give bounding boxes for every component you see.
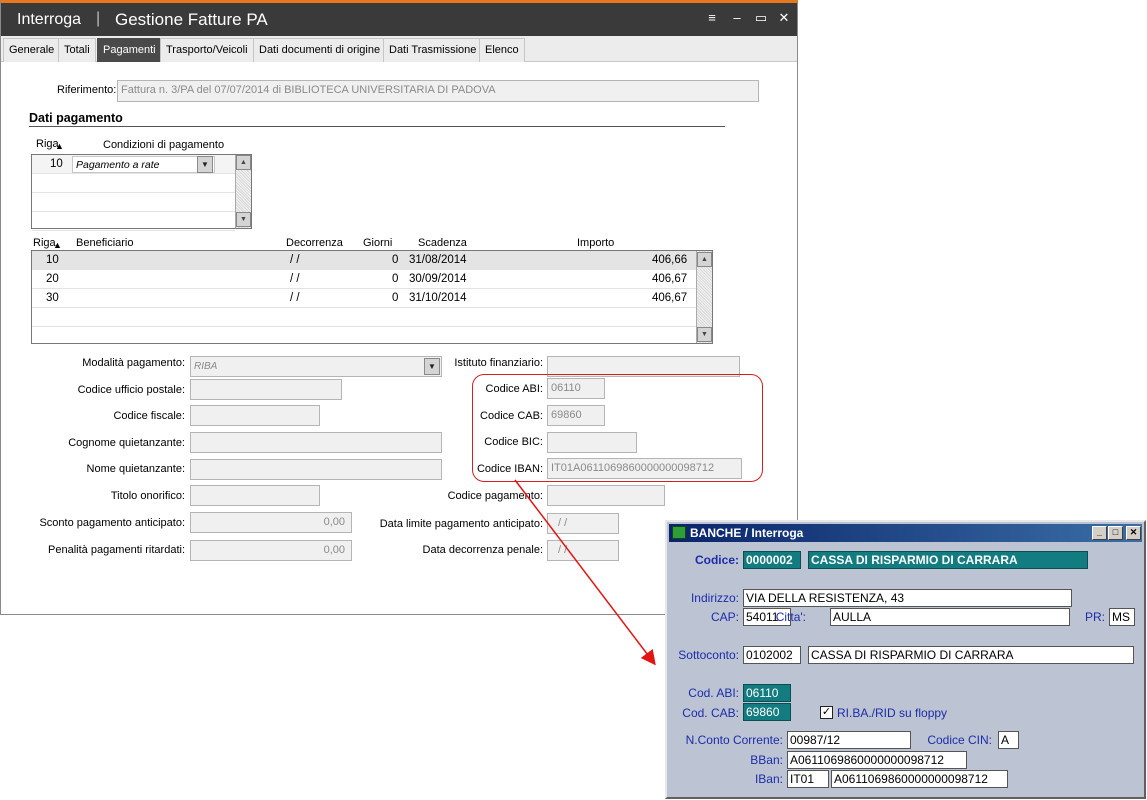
descrizione-field[interactable]: CASSA DI RISPARMIO DI CARRARA (808, 551, 1088, 569)
maximize-icon[interactable]: □ (1108, 526, 1123, 540)
iban-prefix-field[interactable]: IT01 (787, 770, 829, 788)
iban-label: IBan: (754, 772, 783, 786)
conto-field[interactable]: 00987/12 (787, 731, 911, 749)
banche-window: BANCHE / Interroga _ □ ✕ Codice: 0000002… (665, 520, 1146, 799)
floppy-checkbox[interactable]: ✓ (820, 706, 833, 719)
cin-label: Codice CIN: (927, 733, 992, 747)
pr-label: PR: (1084, 610, 1105, 624)
pr-field[interactable]: MS (1109, 608, 1135, 626)
citta-field[interactable]: AULLA (830, 608, 1070, 626)
cab-field[interactable]: 69860 (743, 703, 791, 721)
iban-field[interactable]: A0611069860000000098712 (831, 770, 1008, 788)
sottoconto-field[interactable]: 0102002 (743, 646, 801, 664)
close-icon[interactable]: ✕ (1126, 526, 1141, 540)
codice-label: Codice: (694, 553, 739, 567)
banche-title-bar: BANCHE / Interroga _ □ ✕ (669, 524, 1142, 542)
banche-title: BANCHE / Interroga (690, 526, 804, 540)
bban-field[interactable]: A0611069860000000098712 (787, 751, 967, 769)
app-icon (672, 526, 686, 539)
indirizzo-label: Indirizzo: (690, 591, 739, 605)
cab-label: Cod. CAB: (682, 706, 739, 720)
conto-label: N.Conto Corrente: (685, 733, 783, 747)
citta-label: Citta': (775, 610, 806, 624)
cin-field[interactable]: A (998, 731, 1019, 749)
sottoconto-label: Sottoconto: (678, 648, 739, 662)
indirizzo-field[interactable]: VIA DELLA RESISTENZA, 43 (743, 589, 1072, 607)
floppy-label: RI.BA./RID su floppy (837, 706, 948, 720)
sottoconto-desc-field[interactable]: CASSA DI RISPARMIO DI CARRARA (808, 646, 1134, 664)
abi-label: Cod. ABI: (688, 686, 739, 700)
abi-field[interactable]: 06110 (743, 684, 791, 702)
codice-field[interactable]: 0000002 (743, 551, 801, 569)
cap-label: CAP: (710, 610, 739, 624)
minimize-icon[interactable]: _ (1092, 526, 1107, 540)
bban-label: BBan: (750, 753, 783, 767)
